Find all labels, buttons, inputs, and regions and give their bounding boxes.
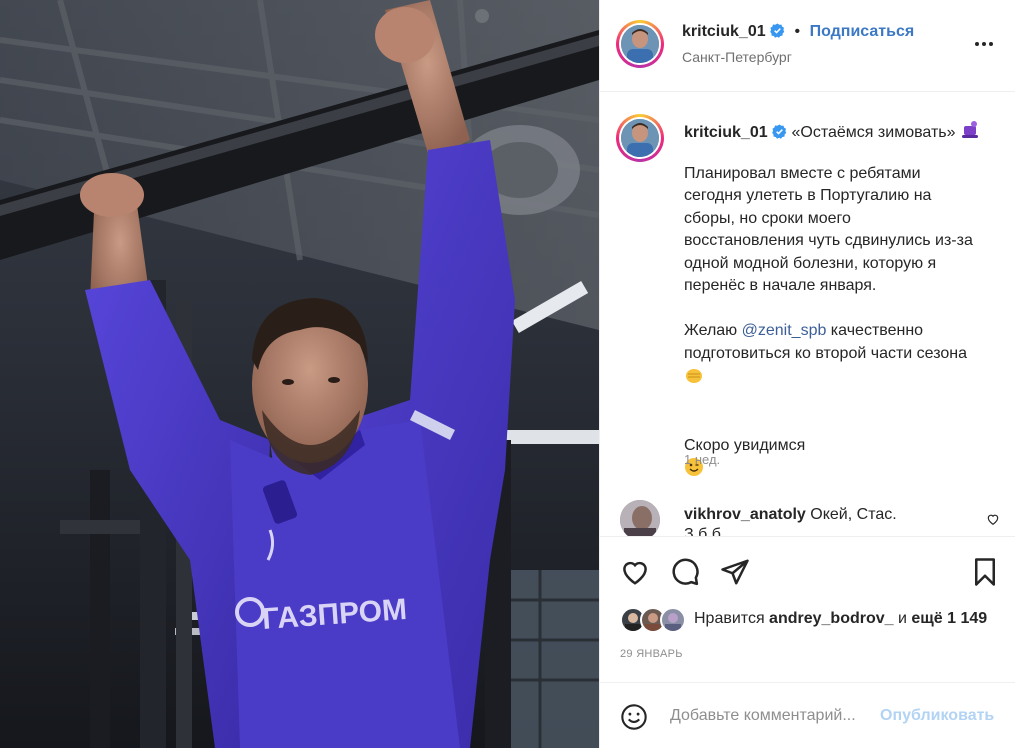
comment-like-heart-icon[interactable]: [986, 512, 1000, 526]
caption-paragraph-1: Планировал вместе с ребятами сегодня уле…: [684, 164, 973, 295]
post-photo[interactable]: ГАЗПРОМ: [0, 0, 599, 748]
caption-paragraph-3: Скоро увидимся: [684, 436, 806, 454]
action-bar: Нравится andrey_bodrov_ и ещё 1 149 29 Я…: [600, 536, 1015, 682]
liker-username[interactable]: andrey_bodrov_: [769, 610, 893, 627]
commenter-username[interactable]: vikhrov_anatoly: [684, 506, 806, 523]
comment-text-continued: З б б: [684, 526, 721, 536]
post-date: 29 ЯНВАРЬ: [620, 648, 683, 660]
comment-icon[interactable]: [670, 557, 700, 587]
follow-button[interactable]: Подписаться: [810, 23, 915, 40]
more-options-icon[interactable]: [974, 34, 994, 54]
location-link[interactable]: Санкт-Петербург: [682, 49, 792, 65]
caption-username[interactable]: kritciuk_01: [684, 124, 768, 141]
heart-icon[interactable]: [620, 557, 650, 587]
liker-avatar: [660, 607, 686, 633]
post-header: kritciuk_01 • Подписаться Санкт-Петербур…: [600, 0, 1015, 92]
add-comment-bar: Добавьте комментарий... Опубликовать: [600, 682, 1015, 748]
caption-title: «Остаёмся зимовать»: [791, 124, 956, 141]
author-avatar[interactable]: [616, 20, 664, 68]
comment-input[interactable]: Добавьте комментарий...: [670, 707, 856, 725]
likes-prefix: Нравится: [694, 610, 770, 627]
caption-paragraph-2: Желаю @zenit_spb качественно подготовить…: [684, 320, 1004, 390]
caption-avatar[interactable]: [616, 114, 664, 162]
separator-dot: •: [794, 23, 801, 40]
publish-button[interactable]: Опубликовать: [880, 707, 994, 725]
share-icon[interactable]: [720, 557, 750, 587]
verified-badge-icon: [772, 124, 787, 139]
likes-count[interactable]: ещё 1 149: [911, 610, 987, 627]
smiley-icon[interactable]: [620, 703, 648, 731]
commenter-avatar[interactable]: [620, 500, 660, 536]
likes-summary[interactable]: Нравится andrey_bodrov_ и ещё 1 149: [620, 607, 1010, 633]
verified-badge-icon: [770, 23, 785, 38]
comment-text: Окей, Стас.: [810, 506, 897, 523]
post-panel: kritciuk_01 • Подписаться Санкт-Петербур…: [599, 0, 1015, 748]
fist-emoji-icon: [686, 369, 702, 383]
photo-illustration: ГАЗПРОМ: [0, 0, 599, 748]
post-caption: kritciuk_01 «Остаёмся зимовать» Планиров…: [684, 120, 1004, 482]
snowboarder-emoji-icon: [961, 121, 978, 138]
mention-link[interactable]: @zenit_spb: [742, 322, 827, 339]
bookmark-icon[interactable]: [970, 557, 1000, 587]
caption-time[interactable]: 1 нед.: [684, 452, 720, 467]
author-username[interactable]: kritciuk_01: [682, 23, 766, 40]
comments-section[interactable]: kritciuk_01 «Остаёмся зимовать» Планиров…: [600, 92, 1015, 536]
